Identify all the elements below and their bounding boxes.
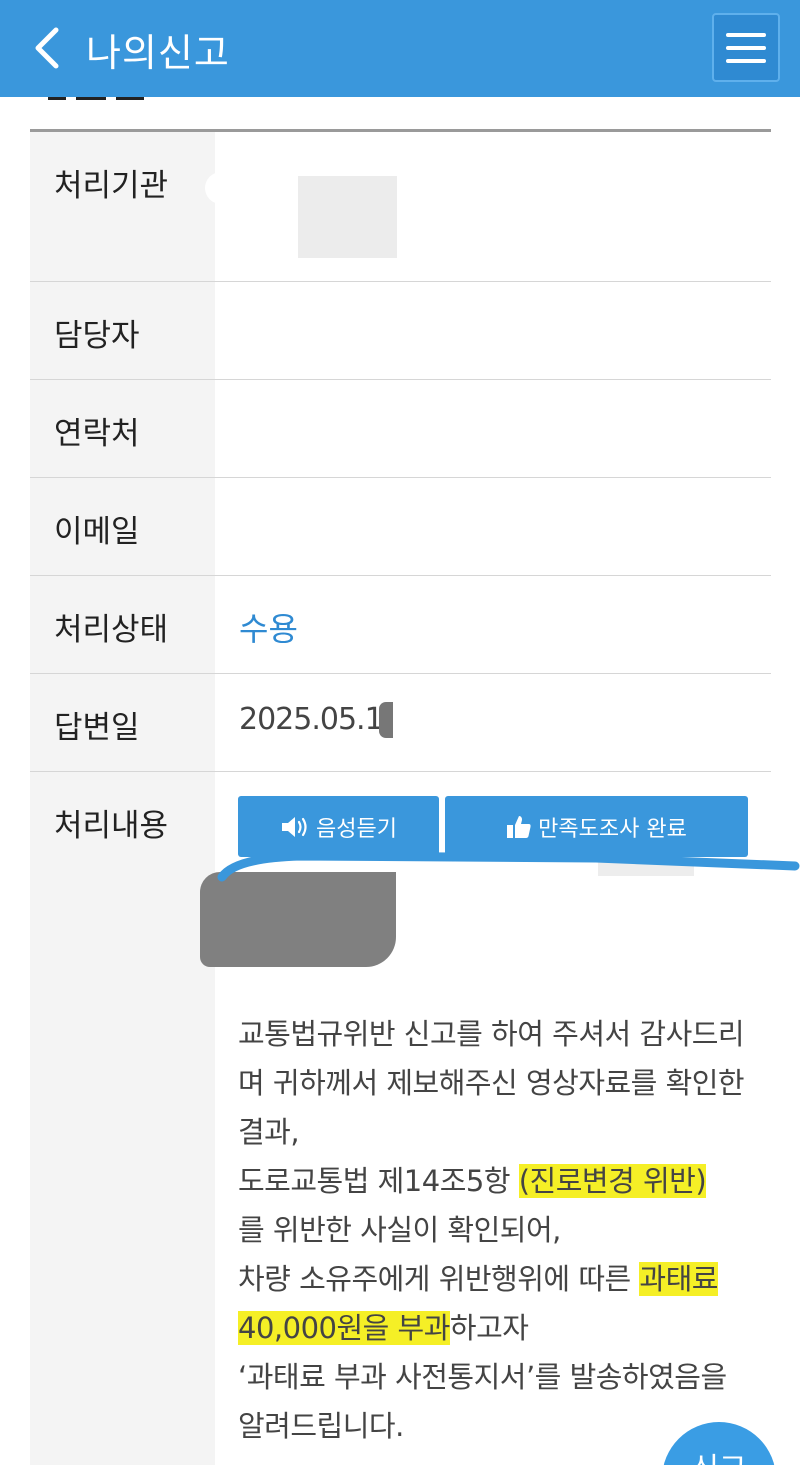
menu-button[interactable] (712, 13, 780, 82)
label-manager: 담당자 (30, 281, 215, 380)
row-manager: 담당자 (30, 281, 771, 380)
app-header: 나의신고 (0, 0, 800, 97)
page-title: 나의신고 (86, 31, 230, 75)
content-action-buttons: 음성듣기 만족도조사 완료 (238, 796, 748, 857)
thumbs-up-icon (507, 815, 531, 838)
hamburger-menu-icon (726, 32, 766, 37)
value-manager (215, 281, 771, 380)
value-email (215, 477, 771, 576)
label-answer-date: 답변일 (30, 673, 215, 772)
row-answer-date: 답변일 2025.05.1 (30, 673, 771, 772)
survey-complete-button[interactable]: 만족도조사 완료 (445, 796, 748, 857)
back-button[interactable] (22, 20, 72, 76)
label-contact: 연락처 (30, 379, 215, 478)
redaction-blur (298, 176, 397, 258)
redaction-blur-small (205, 172, 245, 204)
speaker-icon (282, 816, 307, 837)
answer-date-value: 2025.05.1 (239, 701, 384, 737)
highlight-violation: (진로변경 위반) (518, 1164, 707, 1198)
voice-listen-button[interactable]: 음성듣기 (238, 796, 439, 857)
label-agency: 처리기관 (30, 132, 215, 282)
status-badge: 수용 (239, 609, 298, 648)
chevron-left-icon (35, 27, 59, 69)
processing-content-text: 교통법규위반 신고를 하여 주셔서 감사드리며 귀하께서 제보해주신 영상자료를… (238, 1017, 745, 1443)
label-status: 처리상태 (30, 575, 215, 674)
row-contact: 연락처 (30, 379, 771, 478)
row-status: 처리상태 수용 (30, 575, 771, 674)
redaction-mark (378, 702, 393, 738)
row-agency: 처리기관 (30, 132, 771, 282)
row-email: 이메일 (30, 477, 771, 576)
value-contact (215, 379, 771, 478)
label-email: 이메일 (30, 477, 215, 576)
